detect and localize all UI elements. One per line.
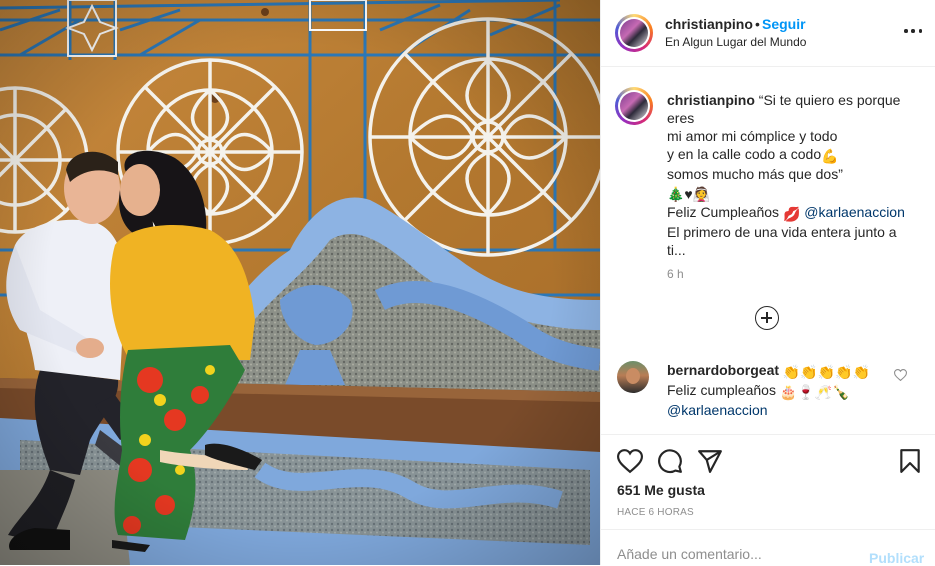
comment-input[interactable] (617, 546, 837, 562)
caption-avatar[interactable] (615, 87, 653, 125)
caption-line-1: “Si te quiero es porque (758, 92, 901, 108)
more-options-icon[interactable] (904, 22, 922, 40)
caption-closing-line-1: El primero de una vida entera junto a (667, 224, 897, 240)
kiss-emoji: 💋 (782, 206, 801, 222)
bookmark-icon[interactable] (897, 448, 923, 474)
caption-username[interactable]: christianpino (667, 92, 755, 108)
post-date[interactable]: HACE 6 HORAS (617, 507, 694, 518)
caption-line-2: eres (667, 110, 695, 126)
post-photo[interactable] (0, 0, 600, 565)
post-sidebar: christianpino • Seguir En Algun Lugar de… (600, 0, 935, 566)
caption-text: christianpino “Si te quiero es porque er… (667, 91, 907, 259)
author-avatar[interactable] (615, 14, 653, 52)
commenter-avatar[interactable] (617, 361, 649, 393)
caption-timestamp[interactable]: 6 h (667, 267, 684, 281)
follow-button[interactable]: Seguir (762, 16, 806, 32)
caption-emoji-line: 🎄♥👰 (667, 186, 711, 202)
caption-line-5: somos mucho más que dos” (667, 166, 843, 182)
comment-like-heart-icon[interactable] (894, 369, 907, 381)
separator-dot: • (755, 16, 760, 32)
post-header: christianpino • Seguir En Algun Lugar de… (601, 0, 935, 67)
post-location[interactable]: En Algun Lugar del Mundo (665, 35, 806, 49)
clapping-emojis: 👏👏👏👏👏 (782, 364, 871, 380)
actions-divider (601, 434, 935, 435)
photo-illustration (0, 0, 600, 565)
author-username[interactable]: christianpino (665, 16, 753, 32)
heart-icon[interactable] (617, 448, 643, 474)
publish-button[interactable]: Publicar (869, 550, 924, 566)
caption-line-4: y en la calle codo a codo (667, 146, 822, 162)
instagram-post: christianpino • Seguir En Algun Lugar de… (0, 0, 935, 566)
comment-text: bernardoborgeat 👏👏👏👏👏 Feliz cumpleaños 🎂… (667, 361, 889, 419)
flexed-biceps-emoji: 💪 (821, 148, 839, 164)
commenter-username[interactable]: bernardoborgeat (667, 362, 779, 378)
caption-closing-line-2: ti... (667, 242, 686, 258)
celebration-emojis: 🎂🍷🥂🍾 (779, 384, 850, 400)
comment-body: Feliz cumpleaños (667, 382, 776, 398)
comment-mention-link[interactable]: @karlaenaccion (667, 402, 768, 418)
comment-icon[interactable] (657, 448, 683, 474)
caption-mention-link[interactable]: @karlaenaccion (804, 204, 905, 220)
share-icon[interactable] (697, 448, 723, 474)
load-more-comments-icon[interactable] (755, 306, 779, 330)
caption-line-3: mi amor mi cómplice y todo (667, 128, 838, 144)
likes-count[interactable]: 651 Me gusta (617, 482, 705, 498)
caption-birthday-text: Feliz Cumpleaños (667, 204, 780, 220)
